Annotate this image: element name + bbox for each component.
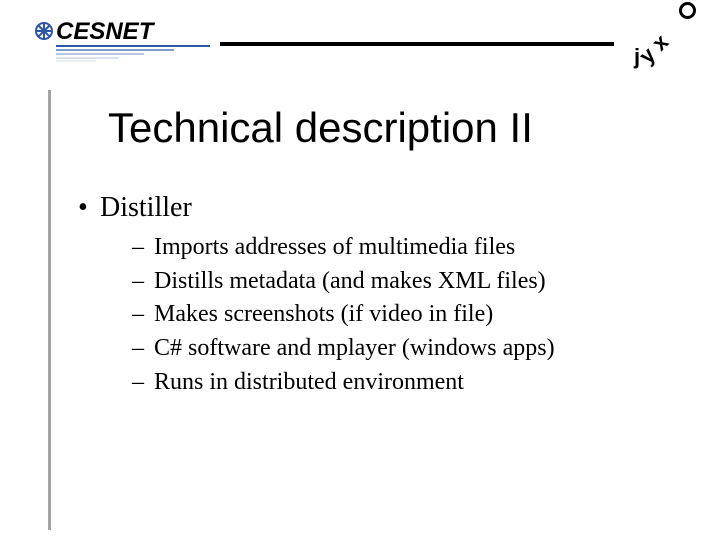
- vertical-rule: [48, 90, 51, 530]
- dash-icon: –: [132, 232, 144, 263]
- dash-icon: –: [132, 333, 144, 364]
- list-item: –C# software and mplayer (windows apps): [132, 333, 654, 364]
- list-item: • Distiller –Imports addresses of multim…: [74, 190, 654, 397]
- list-item-label: C# software and mplayer (windows apps): [154, 335, 555, 361]
- slide-body: • Distiller –Imports addresses of multim…: [74, 190, 654, 407]
- slide: CESNET x y j Technical description II • …: [0, 0, 720, 540]
- slide-header: CESNET x y j: [0, 0, 720, 78]
- circle-icon: [679, 2, 696, 19]
- jyxo-logo: x y j: [632, 2, 698, 68]
- dash-icon: –: [132, 367, 144, 398]
- slide-title: Technical description II: [108, 104, 533, 152]
- header-rule: [220, 42, 614, 46]
- list-item-label: Makes screenshots (if video in file): [154, 301, 493, 327]
- sub-list: –Imports addresses of multimedia files –…: [132, 232, 654, 398]
- list-item: –Distills metadata (and makes XML files): [132, 266, 654, 297]
- list-item: –Makes screenshots (if video in file): [132, 299, 654, 330]
- list-item: –Imports addresses of multimedia files: [132, 232, 654, 263]
- list-item-label: Imports addresses of multimedia files: [154, 234, 515, 260]
- list-item: –Runs in distributed environment: [132, 367, 654, 398]
- list-item-label: Runs in distributed environment: [154, 369, 464, 395]
- logo-letter-j: j: [634, 44, 640, 70]
- cesnet-logo: CESNET: [34, 10, 212, 64]
- bullet-icon: •: [78, 190, 88, 226]
- dash-icon: –: [132, 299, 144, 330]
- svg-text:CESNET: CESNET: [56, 18, 156, 45]
- list-item-label: Distills metadata (and makes XML files): [154, 268, 546, 294]
- dash-icon: –: [132, 266, 144, 297]
- list-item-label: Distiller: [100, 192, 192, 223]
